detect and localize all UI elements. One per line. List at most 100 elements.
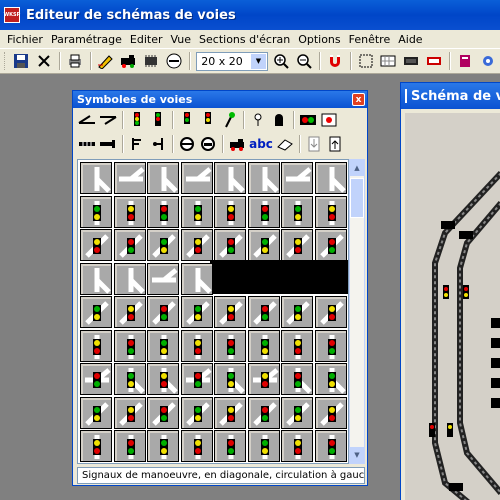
- settings-icon[interactable]: [477, 50, 499, 72]
- symbol-tile[interactable]: [247, 195, 280, 228]
- symbol-tile[interactable]: [113, 229, 146, 261]
- symbol-tile[interactable]: [281, 329, 313, 362]
- symbol-tile[interactable]: [214, 195, 246, 228]
- symbol-tile[interactable]: [147, 363, 179, 395]
- symbol-tile[interactable]: [281, 229, 313, 261]
- symbol-tile[interactable]: [281, 363, 313, 395]
- sign-icon[interactable]: [423, 50, 445, 72]
- signal-right-icon[interactable]: [148, 134, 168, 154]
- vertical-scrollbar[interactable]: ▲ ▼: [349, 159, 365, 464]
- edit-pencil-icon[interactable]: [95, 50, 117, 72]
- text-icon[interactable]: abc: [248, 134, 274, 154]
- symbol-tile[interactable]: [113, 430, 146, 462]
- signal-pole-icon[interactable]: [219, 110, 239, 130]
- symbol-tile[interactable]: [247, 229, 280, 261]
- symbol-tile[interactable]: [147, 162, 179, 194]
- symbol-tile[interactable]: [113, 162, 146, 194]
- symbol-tile[interactable]: [247, 430, 280, 462]
- symbol-tile[interactable]: [314, 162, 347, 194]
- symbol-tile[interactable]: [314, 396, 347, 429]
- chevron-down-icon[interactable]: ▼: [250, 53, 266, 69]
- switch-right-icon[interactable]: [98, 110, 118, 130]
- symbol-tile[interactable]: [147, 195, 179, 228]
- buffer-icon[interactable]: [98, 134, 118, 154]
- print-icon[interactable]: [64, 50, 86, 72]
- symbol-tile[interactable]: [247, 396, 280, 429]
- toolbar-grip[interactable]: [4, 52, 7, 70]
- symbol-tile[interactable]: [180, 262, 213, 295]
- symbol-tile[interactable]: [314, 195, 347, 228]
- symbol-tile[interactable]: [214, 363, 246, 395]
- symbol-tile[interactable]: [147, 329, 179, 362]
- symbol-tile[interactable]: [314, 296, 347, 328]
- cross-icon[interactable]: [177, 134, 197, 154]
- signal-3-icon[interactable]: [127, 110, 147, 130]
- symbol-tile[interactable]: [247, 329, 280, 362]
- menu-vue[interactable]: Vue: [168, 33, 195, 46]
- eraser-icon[interactable]: [275, 134, 295, 154]
- symbol-tile[interactable]: [147, 430, 179, 462]
- bell-icon[interactable]: [248, 110, 268, 130]
- symbol-tile[interactable]: [113, 195, 146, 228]
- palette-titlebar[interactable]: Symboles de voies x: [73, 91, 367, 108]
- symbol-tile[interactable]: [281, 396, 313, 429]
- book-icon[interactable]: [454, 50, 476, 72]
- menu-aide[interactable]: Aide: [395, 33, 425, 46]
- symbol-tile[interactable]: [281, 162, 313, 194]
- symbol-tile[interactable]: [180, 229, 213, 261]
- symbol-tile[interactable]: [180, 363, 213, 395]
- diagram-titlebar[interactable]: Schéma de voies: [401, 83, 500, 109]
- menu-options[interactable]: Options: [295, 33, 343, 46]
- symbol-tile[interactable]: [180, 396, 213, 429]
- symbol-tile[interactable]: [80, 296, 112, 328]
- no-entry-icon[interactable]: [163, 50, 185, 72]
- signal-2b-icon[interactable]: [198, 110, 218, 130]
- symbol-tile[interactable]: [314, 430, 347, 462]
- symbol-tile[interactable]: [180, 430, 213, 462]
- symbol-tile[interactable]: [80, 162, 112, 194]
- symbol-tile[interactable]: [113, 262, 146, 295]
- symbol-tile[interactable]: [214, 430, 246, 462]
- menu-parametrage[interactable]: Paramétrage: [48, 33, 125, 46]
- symbol-tile[interactable]: [80, 329, 112, 362]
- scroll-thumb[interactable]: [350, 178, 364, 218]
- symbol-tile[interactable]: [80, 262, 112, 295]
- symbol-tile[interactable]: [214, 296, 246, 328]
- symbol-tile[interactable]: [214, 162, 246, 194]
- symbol-tile[interactable]: [113, 363, 146, 395]
- symbol-tile[interactable]: [247, 162, 280, 194]
- track-canvas[interactable]: [405, 113, 500, 500]
- delete-icon[interactable]: [33, 50, 55, 72]
- track-segment-icon[interactable]: [77, 134, 97, 154]
- symbol-tile[interactable]: [247, 363, 280, 395]
- symbol-tile[interactable]: [314, 229, 347, 261]
- symbol-tile[interactable]: [113, 296, 146, 328]
- symbol-tile[interactable]: [80, 195, 112, 228]
- symbol-tile[interactable]: [180, 195, 213, 228]
- symbol-tile[interactable]: [281, 296, 313, 328]
- symbol-tile[interactable]: [214, 396, 246, 429]
- bumper-icon[interactable]: [198, 134, 218, 154]
- chip-icon[interactable]: [140, 50, 162, 72]
- symbol-tile[interactable]: [214, 329, 246, 362]
- scroll-up-icon[interactable]: ▲: [350, 160, 364, 176]
- up-icon[interactable]: [325, 134, 345, 154]
- select-icon[interactable]: [355, 50, 377, 72]
- signal-left-icon[interactable]: [127, 134, 147, 154]
- symbol-tile[interactable]: [180, 329, 213, 362]
- locomotive-icon[interactable]: [118, 50, 140, 72]
- menu-editer[interactable]: Editer: [127, 33, 166, 46]
- symbol-tile[interactable]: [113, 329, 146, 362]
- zoom-out-icon[interactable]: [293, 50, 315, 72]
- symbol-tile[interactable]: [80, 430, 112, 462]
- symbol-tile[interactable]: [80, 396, 112, 429]
- switch-left-icon[interactable]: [77, 110, 97, 130]
- pedestrian-icon[interactable]: [269, 110, 289, 130]
- zoom-in-icon[interactable]: [270, 50, 292, 72]
- menu-sections-ecran[interactable]: Sections d'écran: [196, 33, 293, 46]
- symbol-tile[interactable]: [281, 430, 313, 462]
- track-diagram-window[interactable]: Schéma de voies: [400, 82, 500, 500]
- symbol-tile[interactable]: [80, 363, 112, 395]
- symbol-tile[interactable]: [113, 396, 146, 429]
- symbol-tile[interactable]: [214, 229, 246, 261]
